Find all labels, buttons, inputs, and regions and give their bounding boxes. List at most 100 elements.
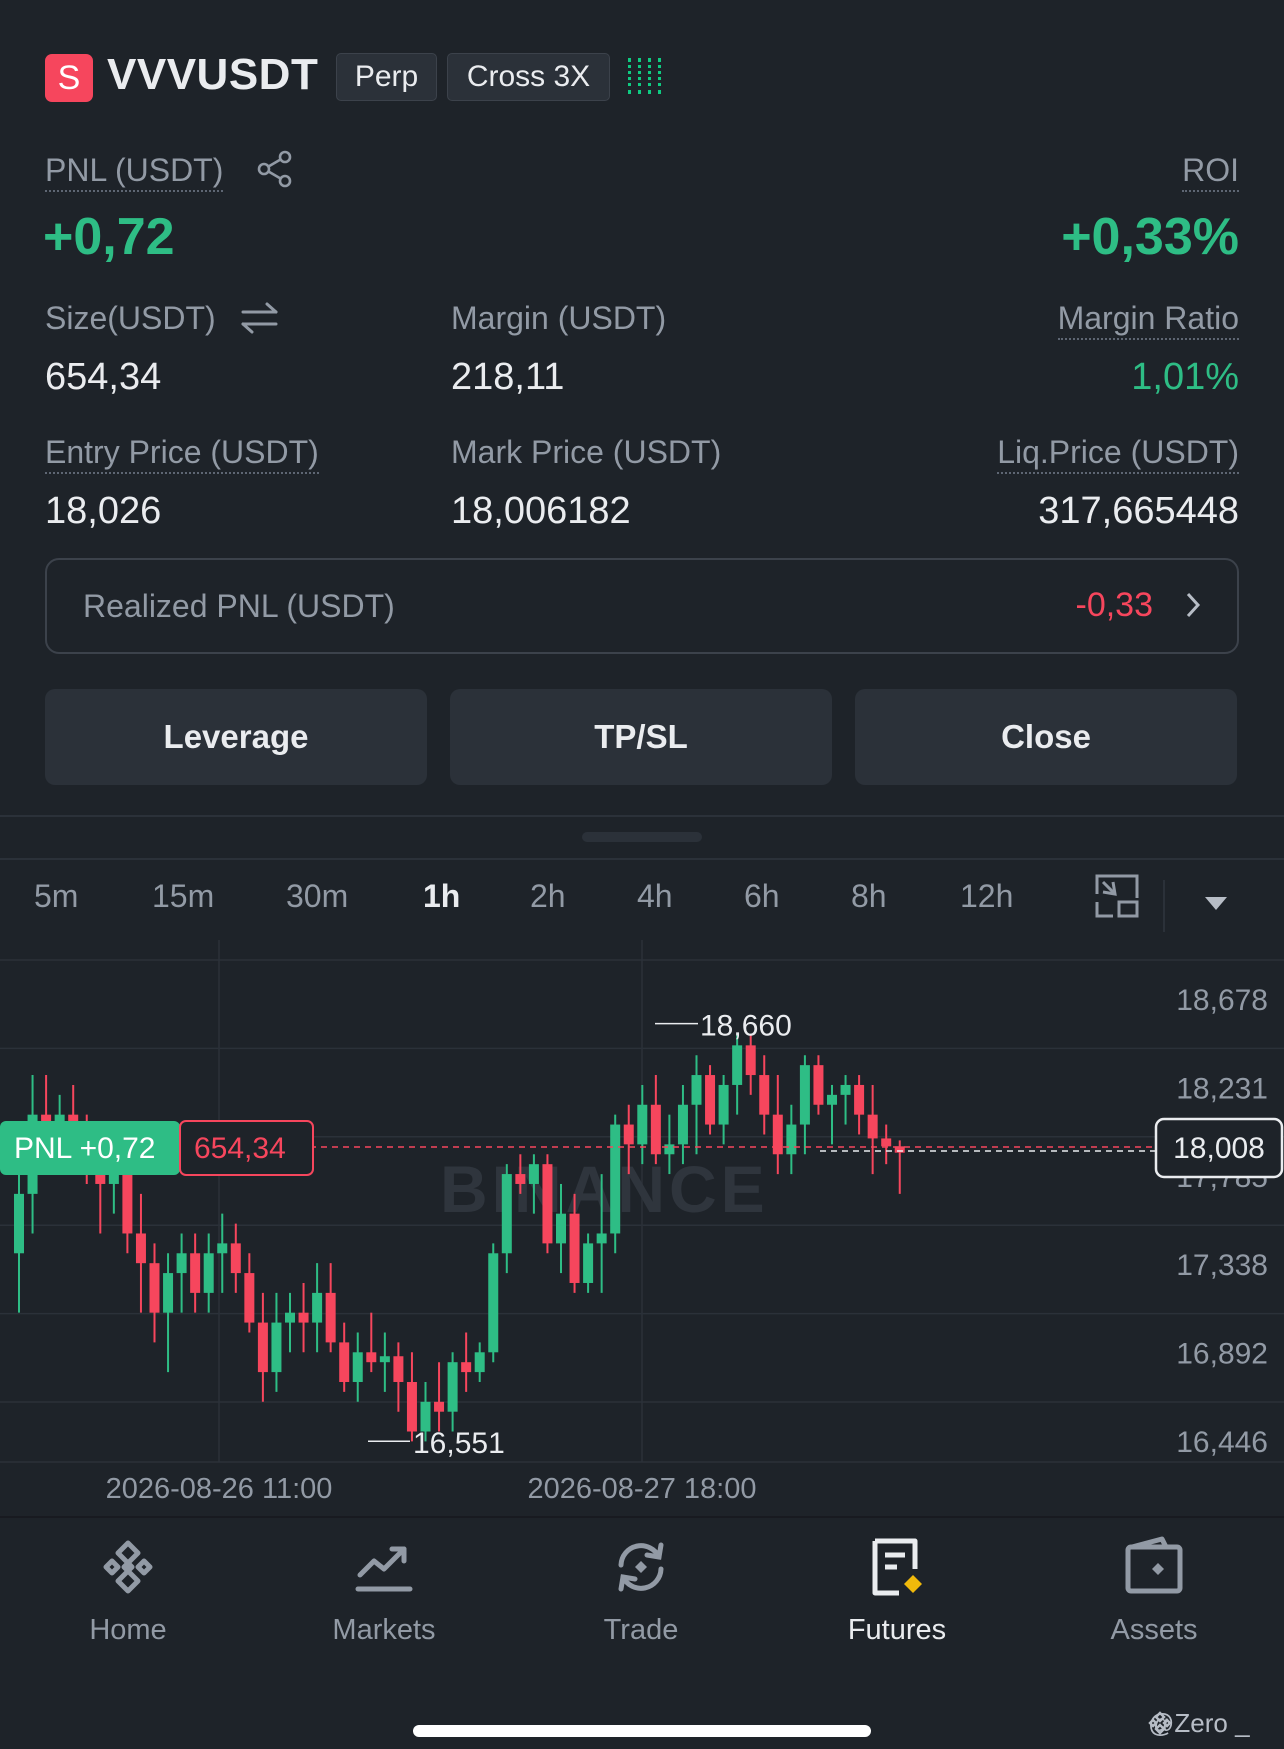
margin-ratio-label-wrap[interactable]: Margin Ratio xyxy=(1057,300,1239,340)
tab-separator xyxy=(1163,880,1165,932)
swap-icon[interactable] xyxy=(240,300,280,341)
section-divider xyxy=(0,815,1284,817)
chart-watermark: BINANCE xyxy=(440,1152,769,1226)
pnl-label-wrap[interactable]: PNL (USDT) xyxy=(45,152,224,192)
candle-body xyxy=(406,1381,417,1432)
margin-ratio-label: Margin Ratio xyxy=(1057,300,1239,340)
entry-label-wrap[interactable]: Entry Price (USDT) xyxy=(45,434,319,474)
tab-6h[interactable]: 6h xyxy=(744,878,780,915)
tab-8h[interactable]: 8h xyxy=(851,878,887,915)
candle-body xyxy=(854,1084,865,1115)
y-tick-label: 18,678 xyxy=(1176,984,1268,1017)
y-tick-label: 16,892 xyxy=(1176,1338,1268,1371)
drag-handle[interactable] xyxy=(582,832,702,842)
pnl-value: +0,72 xyxy=(43,208,175,266)
nav-trade-label: Trade xyxy=(603,1614,679,1646)
tpsl-button[interactable]: TP/SL xyxy=(450,689,832,785)
close-position-button[interactable]: Close xyxy=(855,689,1237,785)
tab-4h[interactable]: 4h xyxy=(637,878,673,915)
candle-body xyxy=(881,1138,892,1147)
candle-body xyxy=(393,1356,404,1382)
candle-body xyxy=(623,1124,634,1145)
nav-assets[interactable]: Assets xyxy=(1064,1535,1244,1647)
candle-body xyxy=(339,1342,350,1382)
nav-trade[interactable]: Trade xyxy=(551,1535,731,1647)
candle-body xyxy=(840,1084,851,1095)
realized-pnl-label: Realized PNL (USDT) xyxy=(83,588,395,624)
high-marker-label: 18,660 xyxy=(700,1010,792,1043)
candle-body xyxy=(759,1075,770,1115)
roi-value: +0,33% xyxy=(1061,208,1239,266)
candle-body xyxy=(203,1253,214,1293)
candle-body xyxy=(827,1094,837,1105)
share-icon[interactable] xyxy=(256,150,294,193)
candle-body xyxy=(705,1075,716,1125)
candle-body xyxy=(718,1084,729,1125)
margin-mode-tag[interactable]: Cross 3X xyxy=(447,53,610,101)
nav-divider xyxy=(0,1516,1284,1518)
candle-body xyxy=(732,1045,743,1085)
nav-futures-label: Futures xyxy=(847,1614,947,1646)
realized-pnl-row[interactable]: Realized PNL (USDT) -0,33 xyxy=(45,558,1239,654)
home-indicator[interactable] xyxy=(413,1725,871,1737)
dropdown-caret-icon[interactable] xyxy=(1204,896,1228,917)
mark-price-value: 18,006182 xyxy=(451,490,631,532)
candle-body xyxy=(501,1174,512,1254)
candle-body xyxy=(569,1213,580,1283)
candle-body xyxy=(556,1213,566,1244)
candle-body xyxy=(149,1263,160,1313)
liq-label-wrap[interactable]: Liq.Price (USDT) xyxy=(997,434,1239,474)
fullscreen-icon[interactable] xyxy=(1095,874,1139,923)
candle-body xyxy=(488,1253,499,1353)
roi-label-wrap[interactable]: ROI xyxy=(1182,152,1239,192)
candle-body xyxy=(813,1065,824,1105)
candle-body xyxy=(271,1322,282,1373)
candle-body xyxy=(867,1114,878,1139)
tab-12h[interactable]: 12h xyxy=(960,878,1013,915)
symbol-name[interactable]: VVVUSDT xyxy=(107,50,318,100)
futures-document-icon xyxy=(872,1538,922,1596)
chart-divider xyxy=(0,858,1284,860)
candle-body xyxy=(528,1164,539,1184)
y-tick-label: 18,231 xyxy=(1176,1072,1268,1105)
candle-body xyxy=(786,1124,797,1155)
candlestick-chart[interactable]: BINANCE18,66016,55118,67818,23117,78517,… xyxy=(0,940,1284,1520)
candle-body xyxy=(583,1243,594,1283)
wallet-icon xyxy=(1125,1536,1183,1594)
realized-pnl-value: -0,33 xyxy=(1075,586,1154,624)
signal-strength-icon xyxy=(628,58,661,94)
candle-body xyxy=(447,1362,458,1412)
candle-body xyxy=(312,1292,323,1323)
candle-body xyxy=(745,1045,756,1076)
nav-markets[interactable]: Markets xyxy=(294,1535,474,1647)
nav-futures[interactable]: Futures xyxy=(807,1535,987,1647)
tab-1h[interactable]: 1h xyxy=(423,878,460,915)
nav-markets-label: Markets xyxy=(332,1614,436,1646)
nav-home-label: Home xyxy=(89,1614,167,1646)
current-price-label: 18,008 xyxy=(1173,1132,1265,1165)
margin-value: 218,11 xyxy=(451,356,565,398)
nav-home[interactable]: Home xyxy=(38,1535,218,1647)
tab-30m[interactable]: 30m xyxy=(286,878,348,915)
candle-body xyxy=(257,1322,268,1373)
tab-15m[interactable]: 15m xyxy=(152,878,214,915)
candle-body xyxy=(677,1104,688,1145)
perp-tag: Perp xyxy=(336,53,437,101)
leverage-button[interactable]: Leverage xyxy=(45,689,427,785)
entry-price-label: Entry Price (USDT) xyxy=(45,434,319,474)
candle-body xyxy=(637,1104,648,1145)
size-label: Size(USDT) xyxy=(45,300,216,336)
candle-body xyxy=(610,1124,621,1234)
tab-5m[interactable]: 5m xyxy=(34,878,78,915)
candle-body xyxy=(596,1233,607,1244)
tab-2h[interactable]: 2h xyxy=(530,878,566,915)
symbol-badge: S xyxy=(45,54,93,102)
trade-swap-icon xyxy=(618,1542,664,1592)
liq-price-value: 317,665448 xyxy=(1038,490,1239,532)
x-tick-label: 2026-08-27 18:00 xyxy=(528,1473,757,1505)
candle-body xyxy=(352,1352,363,1382)
candle-body xyxy=(691,1075,702,1105)
roi-label: ROI xyxy=(1182,152,1239,192)
low-marker-label: 16,551 xyxy=(413,1427,505,1460)
candle-body xyxy=(474,1352,485,1373)
